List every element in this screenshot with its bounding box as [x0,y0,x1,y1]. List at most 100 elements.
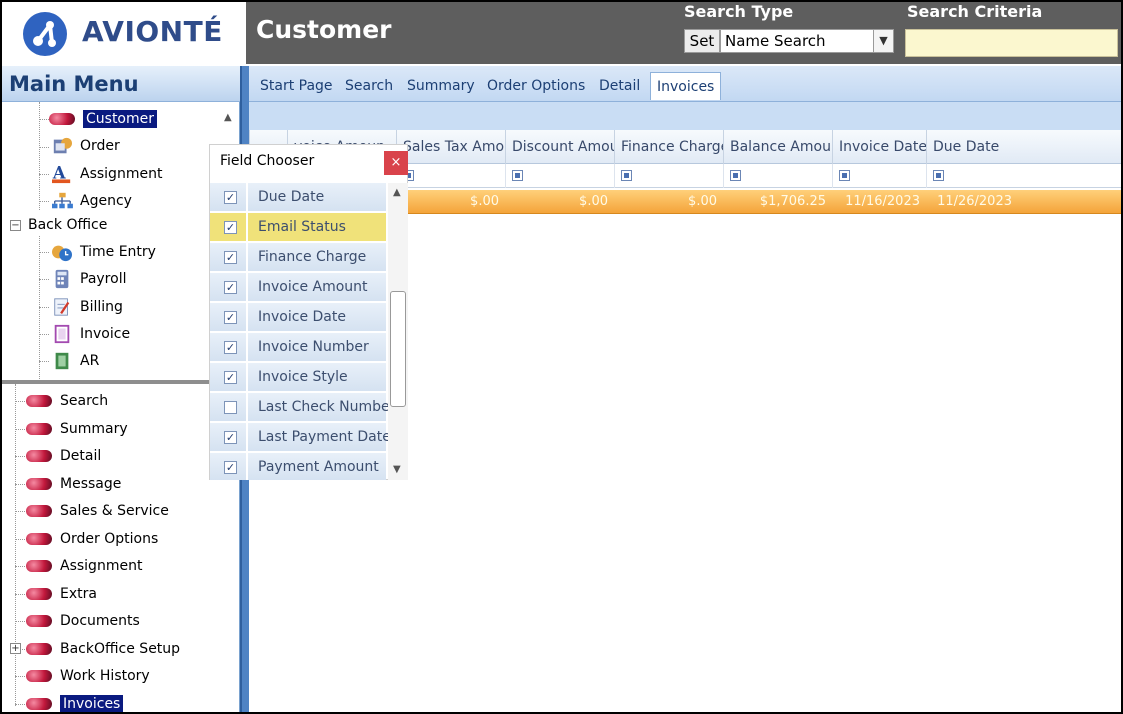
order-icon [53,137,72,154]
menu-item-icon [26,587,52,600]
field-checkbox-cell: ✓ [210,183,248,212]
scroll-thumb[interactable] [390,291,406,407]
checked-checkbox-icon[interactable]: ✓ [224,431,237,444]
field-row[interactable]: ✓ Due Date [210,183,386,212]
menu-item-ar[interactable]: AR [49,350,99,372]
checked-checkbox-icon[interactable]: ✓ [224,221,237,234]
scroll-down-icon[interactable]: ▼ [393,464,401,475]
search-criteria-input[interactable] [905,29,1118,57]
filter-icon[interactable] [621,170,632,181]
filter-icon[interactable] [730,170,741,181]
column-header[interactable]: Invoice Date [832,130,926,164]
tab-order-options[interactable]: Order Options [487,72,585,100]
column-header[interactable]: Due Date [926,130,1018,164]
tab-search[interactable]: Search [345,72,393,100]
submenu-item[interactable]: Summary [26,418,128,440]
field-row[interactable]: Last Check Number [210,393,388,422]
menu-item-icon [26,670,52,682]
checked-checkbox-icon[interactable]: ✓ [224,341,237,354]
time-entry-icon [52,245,72,262]
field-row[interactable]: ✓ Invoice Number [210,333,386,362]
collapse-back-office-icon[interactable]: − [10,220,21,231]
menu-item-payroll[interactable]: Payroll [49,268,126,290]
field-row[interactable]: ✓ Invoice Amount [210,273,386,302]
submenu-item[interactable]: Order Options [26,528,158,550]
submenu-item[interactable]: Documents [26,610,140,632]
filter-cell[interactable] [396,164,505,188]
search-type-value: Name Search [725,32,826,50]
unchecked-checkbox-icon[interactable] [224,401,237,414]
menu-group-label: Back Office [28,217,108,233]
field-label: Email Status [258,219,346,235]
column-header[interactable]: Discount Amou [505,130,614,164]
filter-icon[interactable] [512,170,523,181]
tab-summary[interactable]: Summary [407,72,475,100]
group-by-area [249,102,1121,130]
checked-checkbox-icon[interactable]: ✓ [224,461,237,474]
filter-cell[interactable] [926,164,1018,188]
field-row[interactable]: ✓ Invoice Date [210,303,386,332]
menu-group-back-office[interactable]: Back Office [28,214,107,236]
field-label: Invoice Date [258,309,346,325]
field-row[interactable]: ✓ Last Payment Date [210,423,388,452]
submenu-item[interactable]: BackOffice Setup [26,638,180,660]
checked-checkbox-icon[interactable]: ✓ [224,371,237,384]
filter-cell[interactable] [723,164,832,188]
table-cell: 11/26/2023 [937,194,1012,209]
filter-cell[interactable] [614,164,723,188]
expand-icon[interactable]: + [10,642,21,654]
checked-checkbox-icon[interactable]: ✓ [224,281,237,294]
menu-item-invoice[interactable]: Invoice [49,323,130,345]
submenu-item[interactable]: Invoices [26,693,124,712]
table-cell: $1,706.25 [759,194,826,209]
field-checkbox-cell: ✓ [210,303,248,332]
menu-item-billing[interactable]: Billing [49,296,123,318]
field-checkbox-cell: ✓ [210,453,248,480]
submenu-item[interactable]: Detail [26,445,101,467]
checked-checkbox-icon[interactable]: ✓ [224,191,237,204]
filter-icon[interactable] [933,170,944,181]
main-menu-tree: Customer Order A Assignment Agency − Bac… [2,102,240,381]
set-button[interactable]: Set [684,29,720,53]
menu-item-customer[interactable]: Customer [49,108,158,130]
menu-item-label: Payroll [80,271,127,287]
column-header[interactable]: Balance Amoun [723,130,832,164]
tab-detail[interactable]: Detail [599,72,640,100]
checked-checkbox-icon[interactable]: ✓ [224,311,237,324]
filter-cell[interactable] [505,164,614,188]
scroll-up-icon[interactable]: ▲ [393,187,401,198]
menu-item-agency[interactable]: Agency [49,190,132,212]
submenu-item[interactable]: Work History [26,665,150,687]
menu-item-label: AR [80,353,100,369]
filter-icon[interactable] [839,170,850,181]
field-row[interactable]: ✓ Finance Charge [210,243,386,272]
submenu-item[interactable]: Extra [26,583,97,605]
tab-invoices[interactable]: Invoices [650,72,722,100]
menu-item-time-entry[interactable]: Time Entry [49,241,156,263]
filter-cell[interactable] [832,164,926,188]
search-type-select[interactable]: Name Search ▼ [720,29,894,53]
field-chooser-dialog: Field Chooser × ✓ Due Date ✓ Email Status ✓ F… [209,144,408,480]
tab-start-page[interactable]: Start Page [260,72,333,100]
submenu-item[interactable]: Search [26,390,108,412]
column-header[interactable]: Finance Charge [614,130,723,164]
field-row[interactable]: ✓ Email Status [210,213,386,242]
field-row[interactable]: ✓ Invoice Style [210,363,386,392]
logo-area: AVIONTÉ [2,2,246,64]
table-cell: 11/16/2023 [845,194,920,209]
submenu-item[interactable]: Message [26,473,121,495]
scroll-up-icon[interactable]: ▲ [224,112,232,123]
menu-item-order[interactable]: Order [49,135,120,157]
field-checkbox-cell: ✓ [210,213,248,242]
invoice-icon [54,324,70,344]
field-row[interactable]: ✓ Payment Amount [210,453,386,480]
menu-item-assignment[interactable]: A Assignment [49,163,162,185]
menu-item-label: Customer [83,110,158,128]
submenu-item[interactable]: Sales & Service [26,500,169,522]
submenu-item[interactable]: Assignment [26,555,142,577]
submenu-item-label: Sales & Service [60,503,169,519]
close-icon[interactable]: × [384,151,408,175]
column-header[interactable]: Sales Tax Amou [396,130,505,164]
chevron-down-icon[interactable]: ▼ [873,30,893,52]
checked-checkbox-icon[interactable]: ✓ [224,251,237,264]
